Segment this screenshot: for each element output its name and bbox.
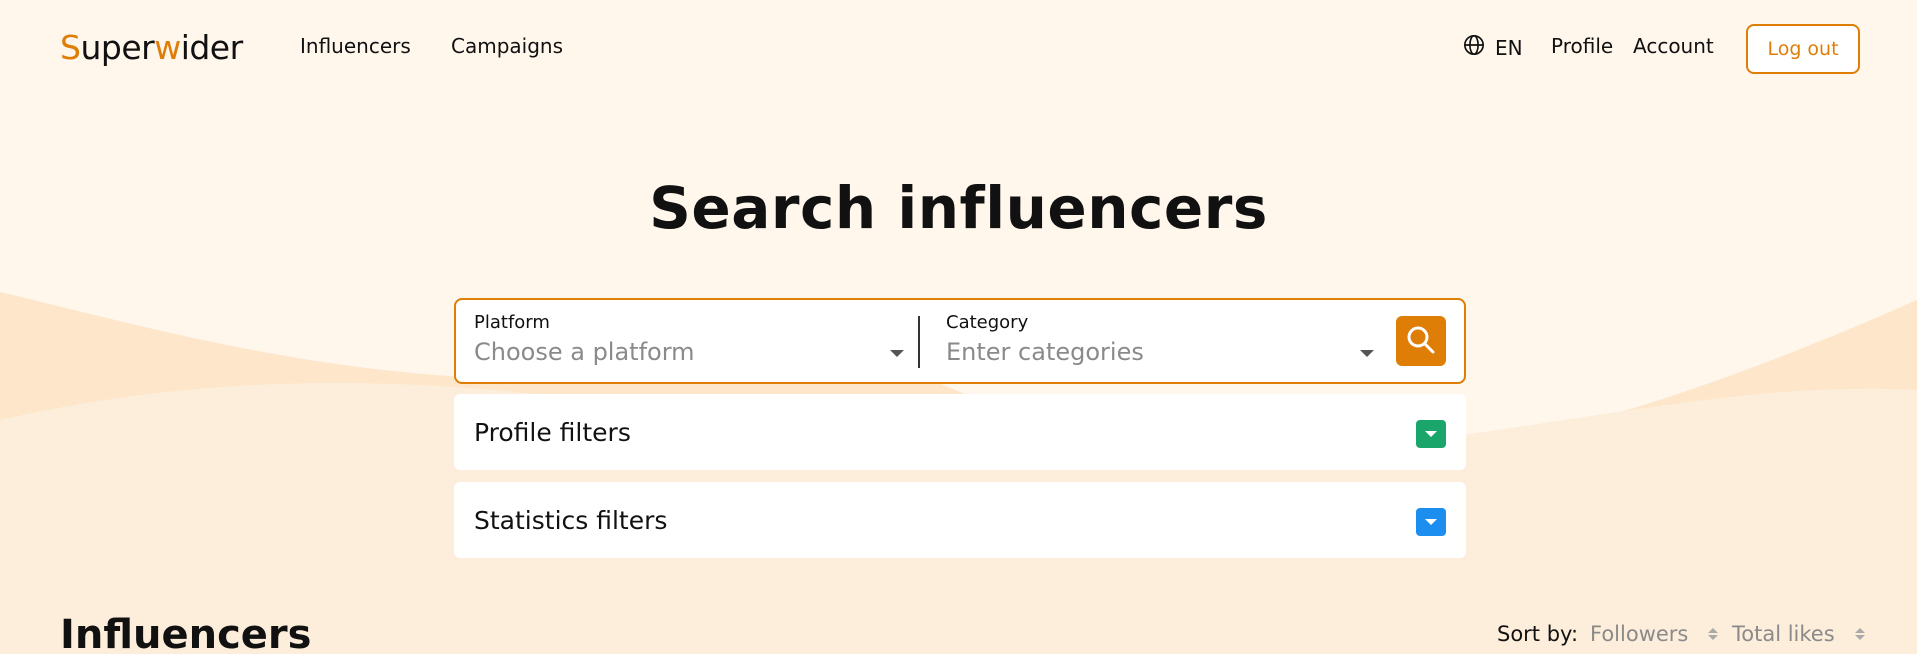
logout-button[interactable]: Log out	[1746, 24, 1860, 74]
nav-account-link[interactable]: Account	[1633, 34, 1714, 58]
top-navigation-bar: Super w ider Influencers Campaigns EN Prof…	[0, 0, 1917, 96]
language-selector[interactable]: EN	[1463, 34, 1523, 61]
nav-influencers-link[interactable]: Influencers	[300, 34, 411, 58]
caret-down-icon	[1425, 431, 1437, 437]
logo-text-uper: uper	[80, 27, 155, 67]
profile-filters-panel[interactable]: Profile filters	[454, 394, 1466, 470]
search-bar: Platform Choose a platform Category Ente…	[454, 298, 1466, 384]
category-select[interactable]: Category Enter categories	[946, 310, 1382, 374]
category-label: Category	[946, 312, 1029, 333]
influencers-section-title: Influencers	[60, 612, 312, 654]
sort-total-likes-option[interactable]: Total likes	[1732, 622, 1865, 646]
sort-arrows-icon	[1708, 628, 1719, 640]
sort-arrows-icon	[1854, 628, 1865, 640]
category-placeholder: Enter categories	[946, 338, 1144, 366]
logo-letter-w: w	[154, 27, 181, 67]
profile-filters-toggle[interactable]	[1416, 420, 1446, 448]
logo-letter-s: S	[60, 27, 81, 67]
platform-label: Platform	[474, 312, 550, 333]
search-icon	[1405, 324, 1437, 359]
platform-select[interactable]: Platform Choose a platform	[474, 310, 910, 374]
chevron-down-icon	[1360, 350, 1374, 357]
page-title: Search influencers	[649, 174, 1268, 242]
sort-option-label: Followers	[1590, 622, 1689, 646]
caret-down-icon	[1425, 519, 1437, 525]
sort-followers-option[interactable]: Followers	[1590, 622, 1719, 646]
sort-option-label: Total likes	[1732, 622, 1835, 646]
search-button[interactable]	[1396, 316, 1446, 366]
nav-profile-link[interactable]: Profile	[1551, 34, 1613, 58]
profile-filters-title: Profile filters	[474, 418, 631, 447]
platform-placeholder: Choose a platform	[474, 338, 695, 366]
field-divider	[918, 316, 920, 368]
globe-icon	[1463, 34, 1485, 61]
statistics-filters-title: Statistics filters	[474, 506, 668, 535]
chevron-down-icon	[890, 350, 904, 357]
superwider-logo[interactable]: Super w ider	[60, 24, 243, 70]
statistics-filters-panel[interactable]: Statistics filters	[454, 482, 1466, 558]
nav-campaigns-link[interactable]: Campaigns	[451, 34, 563, 58]
logo-text-ider: ider	[180, 27, 244, 67]
sort-by-label: Sort by:	[1497, 622, 1579, 646]
language-code: EN	[1495, 35, 1523, 60]
statistics-filters-toggle[interactable]	[1416, 508, 1446, 536]
